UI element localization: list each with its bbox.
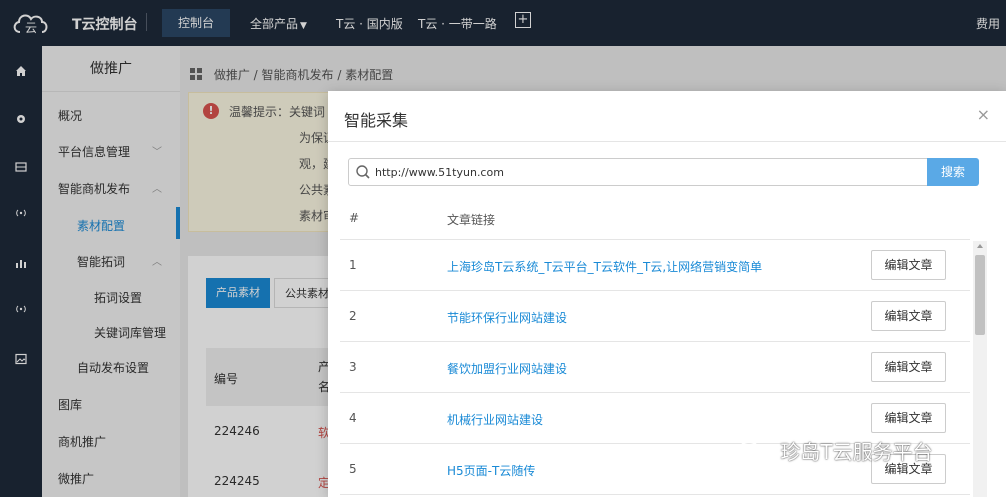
edit-article-button[interactable]: 编辑文章 — [871, 403, 946, 433]
table-row: 3 餐饮加盟行业网站建设 编辑文章 — [340, 342, 970, 393]
url-input[interactable] — [375, 161, 940, 183]
search-button[interactable]: 搜索 — [927, 158, 979, 186]
modal-title: 智能采集 — [344, 111, 409, 130]
row-index: 2 — [349, 309, 357, 323]
edit-article-button[interactable]: 编辑文章 — [871, 250, 946, 280]
edit-article-button[interactable]: 编辑文章 — [871, 352, 946, 382]
article-link[interactable]: 上海珍岛T云系统_T云平台_T云软件_T云,让网络营销变简单 — [447, 258, 762, 275]
article-link[interactable]: 节能环保行业网站建设 — [447, 309, 567, 326]
row-index: 3 — [349, 360, 357, 374]
divider — [328, 141, 1006, 142]
row-index: 1 — [349, 258, 357, 272]
close-icon[interactable]: × — [977, 105, 990, 124]
table-row: 2 节能环保行业网站建设 编辑文章 — [340, 291, 970, 342]
search-box — [348, 158, 948, 186]
column-header-index: # — [349, 211, 360, 225]
scroll-thumb[interactable] — [975, 255, 985, 335]
edit-article-button[interactable]: 编辑文章 — [871, 301, 946, 331]
row-index: 4 — [349, 411, 357, 425]
wechat-icon — [739, 441, 767, 461]
search-icon — [356, 165, 370, 179]
article-link[interactable]: H5页面-T云随传 — [447, 462, 535, 479]
article-link[interactable]: 机械行业网站建设 — [447, 411, 543, 428]
article-link[interactable]: 餐饮加盟行业网站建设 — [447, 360, 567, 377]
watermark-text: 珍岛T云服务平台 — [780, 440, 933, 464]
scrollbar[interactable] — [973, 241, 987, 497]
column-header-link: 文章链接 — [447, 213, 496, 227]
watermark: 珍岛T云服务平台 — [738, 436, 933, 470]
scroll-up-arrow-icon[interactable] — [977, 244, 983, 248]
table-row: 1 上海珍岛T云系统_T云平台_T云软件_T云,让网络营销变简单 编辑文章 — [340, 240, 970, 291]
row-index: 5 — [349, 462, 357, 476]
